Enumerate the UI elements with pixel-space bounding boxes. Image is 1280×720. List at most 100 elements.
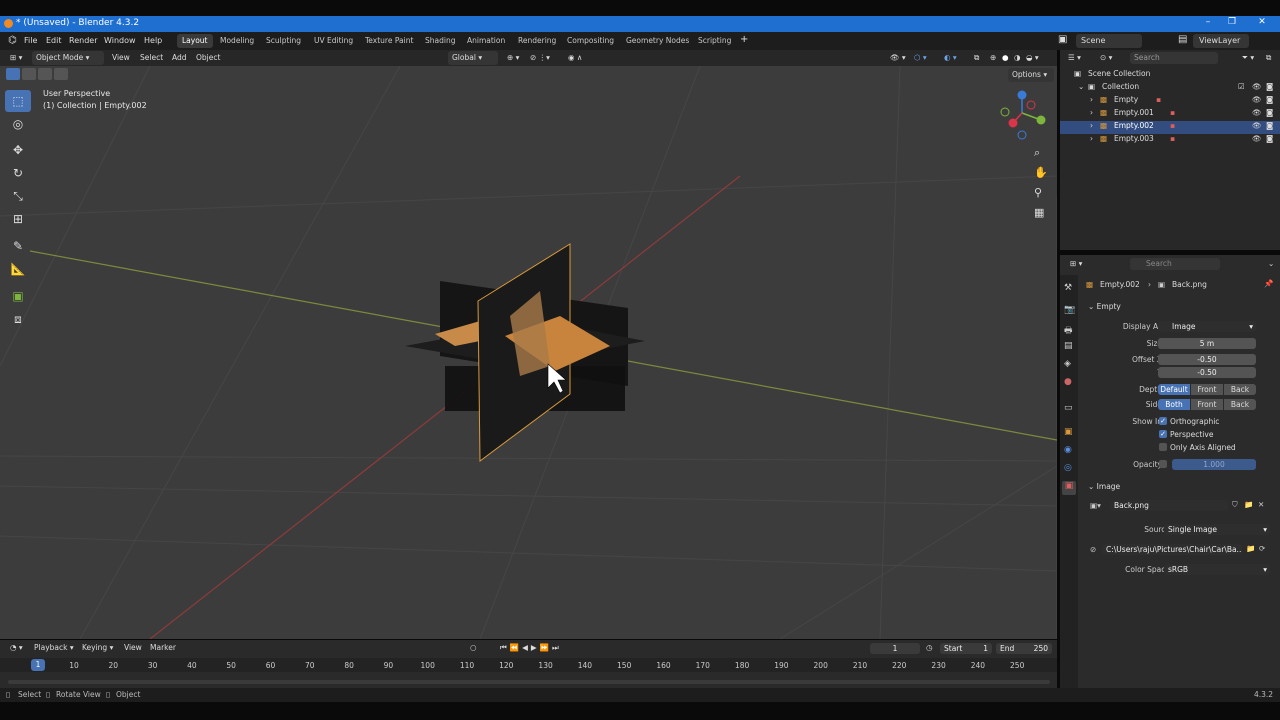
opacity-checkbox[interactable] bbox=[1159, 460, 1167, 468]
source-dropdown[interactable]: Single Image ▾ bbox=[1164, 524, 1270, 535]
tool-tab-icon[interactable]: ⚒ bbox=[1064, 283, 1072, 293]
offset-y-field[interactable]: -0.50 bbox=[1158, 367, 1256, 378]
rotate-icon[interactable]: ↻ bbox=[5, 162, 31, 184]
blender-menu-icon[interactable]: ⌬ bbox=[8, 35, 17, 46]
select-extend-icon[interactable] bbox=[22, 68, 36, 80]
outliner-editor-type-icon[interactable]: ☰ ▾ bbox=[1064, 51, 1085, 65]
play-reverse-icon[interactable]: ◀ bbox=[522, 643, 531, 652]
scale-icon[interactable]: ⤡ bbox=[5, 185, 31, 207]
fake-user-icon[interactable]: ⛉ bbox=[1232, 500, 1238, 510]
camera-icon[interactable]: ◙ bbox=[1266, 121, 1273, 130]
overlay-icon[interactable]: ◐ ▾ bbox=[940, 51, 961, 65]
filter-icon[interactable]: ⏷ ▾ bbox=[1238, 51, 1258, 65]
current-frame-field[interactable]: 1 bbox=[870, 643, 920, 654]
jump-start-icon[interactable]: ⏮ bbox=[500, 643, 510, 652]
shading-rendered-icon[interactable]: ◒ ▾ bbox=[1022, 51, 1043, 65]
menu-edit[interactable]: Edit bbox=[46, 36, 62, 45]
menu-render[interactable]: Render bbox=[69, 36, 97, 45]
play-icon[interactable]: ▶ bbox=[531, 643, 540, 652]
tab-layout[interactable]: Layout bbox=[177, 34, 213, 48]
select-new-icon[interactable] bbox=[6, 68, 20, 80]
depth-front-button[interactable]: Front bbox=[1191, 384, 1223, 395]
ortho-grid-icon[interactable]: ▦ bbox=[1034, 206, 1044, 219]
xray-icon[interactable]: ⧉ bbox=[970, 51, 983, 65]
editor-type-icon[interactable]: ⊞ ▾ bbox=[6, 51, 26, 65]
orthographic-checkbox[interactable]: ✓ bbox=[1159, 417, 1167, 425]
properties-editor-type-icon[interactable]: ⊞ ▾ bbox=[1066, 257, 1086, 271]
outliner-row-empty[interactable]: › ▩ Empty ▪ 👁 ◙ bbox=[1060, 95, 1280, 108]
eye-icon[interactable]: 👁 bbox=[1252, 121, 1262, 130]
maximize-icon[interactable]: ❐ bbox=[1224, 17, 1240, 31]
eye-icon[interactable]: 👁 bbox=[1252, 108, 1262, 117]
camera-icon[interactable]: ◙ bbox=[1266, 108, 1273, 117]
timeline-view-menu[interactable]: View bbox=[120, 641, 146, 655]
minimize-icon[interactable]: – bbox=[1200, 17, 1216, 31]
render-tab-icon[interactable]: 📷 bbox=[1064, 305, 1075, 315]
expand-icon[interactable]: › bbox=[1090, 108, 1093, 117]
perspective-checkbox[interactable]: ✓ bbox=[1159, 430, 1167, 438]
expand-icon[interactable]: › bbox=[1090, 95, 1093, 104]
eye-icon[interactable]: 👁 bbox=[1252, 134, 1262, 143]
pivot-icon[interactable]: ⊕ ▾ bbox=[503, 51, 523, 65]
checkbox-icon[interactable]: ☑ bbox=[1238, 82, 1245, 91]
menu-window[interactable]: Window bbox=[104, 36, 136, 45]
view-menu[interactable]: View bbox=[108, 51, 134, 65]
axis-aligned-checkbox[interactable] bbox=[1159, 443, 1167, 451]
start-frame-field[interactable]: Start 1 bbox=[940, 643, 992, 654]
view-layer-tab-icon[interactable]: ▤ bbox=[1064, 341, 1073, 351]
reload-icon[interactable]: ⟳ bbox=[1259, 544, 1265, 553]
collection-tab-icon[interactable]: ▭ bbox=[1064, 403, 1073, 413]
depth-back-button[interactable]: Back bbox=[1224, 384, 1256, 395]
camera-icon[interactable]: ◙ bbox=[1266, 82, 1273, 91]
outliner-search-input[interactable]: Search bbox=[1130, 52, 1218, 64]
constraints-tab-icon[interactable]: ◎ bbox=[1064, 463, 1072, 473]
menu-file[interactable]: File bbox=[24, 36, 37, 45]
close-icon[interactable]: ✕ bbox=[1254, 17, 1270, 31]
properties-search-input[interactable]: Search bbox=[1130, 258, 1220, 270]
transform-icon[interactable]: ⊞ bbox=[5, 208, 31, 230]
expand-icon[interactable]: › bbox=[1090, 134, 1093, 143]
side-both-button[interactable]: Both bbox=[1158, 399, 1190, 410]
object-tab-icon[interactable]: ▣ bbox=[1064, 427, 1073, 437]
tab-texture-paint[interactable]: Texture Paint bbox=[360, 34, 418, 48]
properties-options-icon[interactable]: ⌄ bbox=[1264, 257, 1278, 271]
select-menu[interactable]: Select bbox=[136, 51, 167, 65]
visibility-icon[interactable]: 👁 ▾ bbox=[886, 51, 910, 65]
tab-modeling[interactable]: Modeling bbox=[215, 34, 259, 48]
tab-scripting[interactable]: Scripting bbox=[693, 34, 736, 48]
tab-rendering[interactable]: Rendering bbox=[513, 34, 561, 48]
open-file-icon[interactable]: 📁 bbox=[1244, 500, 1253, 509]
scene-tab-icon[interactable]: ◈ bbox=[1064, 359, 1071, 369]
tab-sculpting[interactable]: Sculpting bbox=[261, 34, 306, 48]
move-icon[interactable]: ✥ bbox=[5, 139, 31, 161]
select-box-icon[interactable]: ⬚ bbox=[5, 90, 31, 112]
color-space-dropdown[interactable]: sRGB ▾ bbox=[1164, 564, 1270, 575]
options-button[interactable]: Options ▾ bbox=[1008, 68, 1054, 82]
display-mode-icon[interactable]: ⊙ ▾ bbox=[1096, 51, 1116, 65]
menu-help[interactable]: Help bbox=[144, 36, 162, 45]
marker-menu[interactable]: Marker bbox=[146, 641, 180, 655]
world-tab-icon[interactable]: ● bbox=[1064, 377, 1072, 387]
eye-icon[interactable]: 👁 bbox=[1252, 95, 1262, 104]
timeline-editor-type-icon[interactable]: ◔ ▾ bbox=[6, 641, 27, 655]
side-front-button[interactable]: Front bbox=[1191, 399, 1223, 410]
end-frame-field[interactable]: End 250 bbox=[996, 643, 1052, 654]
mode-selector[interactable]: Object Mode ▾ bbox=[32, 51, 104, 65]
side-back-button[interactable]: Back bbox=[1224, 399, 1256, 410]
camera-icon[interactable]: ◙ bbox=[1266, 134, 1273, 143]
camera-icon[interactable]: ◙ bbox=[1266, 95, 1273, 104]
auto-key-icon[interactable]: ○ bbox=[466, 641, 481, 655]
outliner-row-empty-001[interactable]: › ▩ Empty.001 ▪ 👁 ◙ bbox=[1060, 108, 1280, 121]
outliner-row-collection[interactable]: ⌄ ▣ Collection ☑ 👁 ◙ bbox=[1060, 82, 1280, 95]
keying-menu[interactable]: Keying ▾ bbox=[78, 641, 117, 655]
jump-end-icon[interactable]: ⏭ bbox=[552, 643, 562, 652]
add-menu[interactable]: Add bbox=[168, 51, 191, 65]
next-key-icon[interactable]: ⏩ bbox=[540, 643, 552, 652]
physics-tab-icon[interactable]: ◉ bbox=[1064, 445, 1072, 455]
display-as-dropdown[interactable]: Image ▾ bbox=[1158, 321, 1256, 332]
image-name-field[interactable]: Back.png bbox=[1110, 500, 1228, 511]
tab-geometry-nodes[interactable]: Geometry Nodes bbox=[621, 34, 694, 48]
cursor-icon[interactable]: ◎ bbox=[5, 113, 31, 135]
new-collection-icon[interactable]: ⧉ bbox=[1262, 51, 1275, 65]
object-menu[interactable]: Object bbox=[192, 51, 224, 65]
